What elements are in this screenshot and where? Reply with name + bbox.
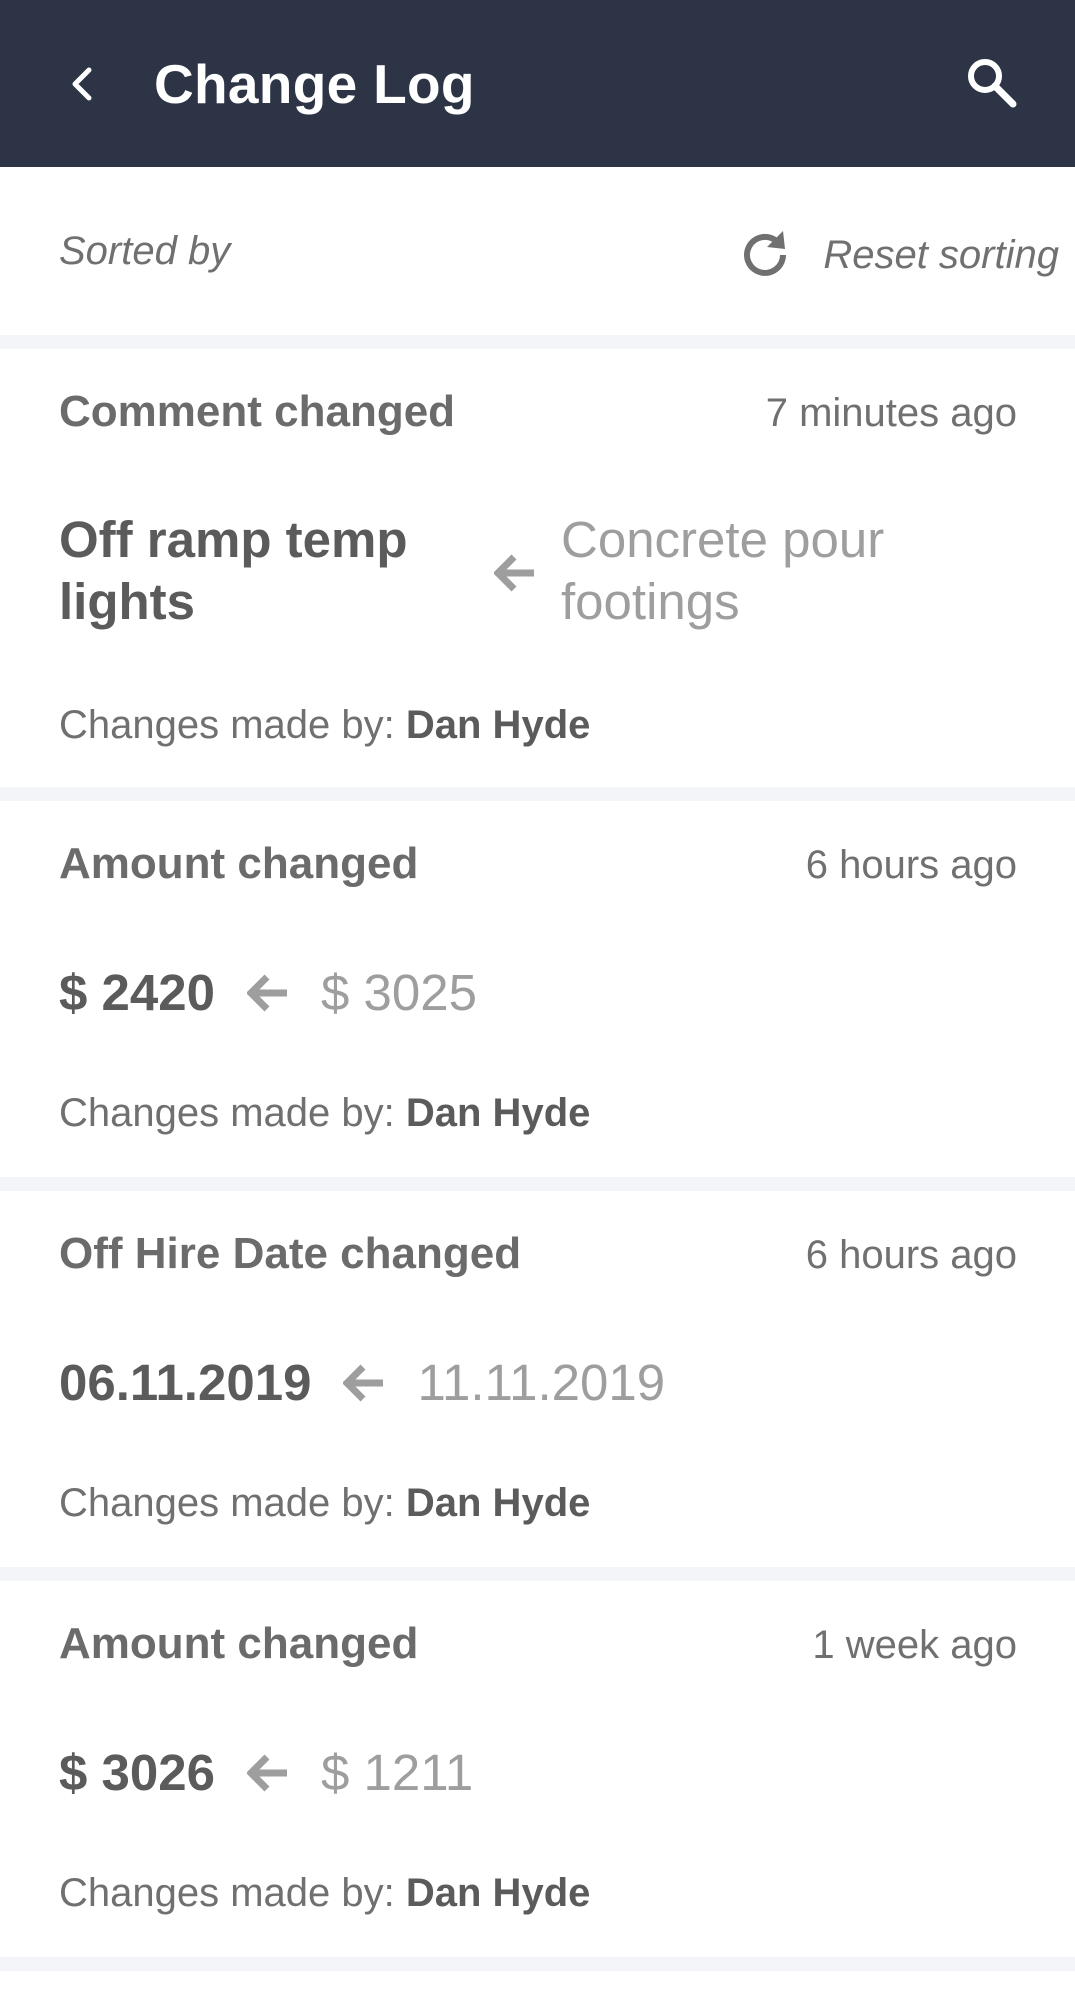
author-name: Dan Hyde [405,1481,591,1525]
arrow-left-icon [247,1753,289,1793]
author-name: Dan Hyde [405,703,591,747]
change-entry: Off Hire Date changed 6 hours ago 06.11.… [0,1191,1075,1567]
reset-sorting-label: Reset sorting [823,232,1059,277]
change-title: Amount changed [59,1619,419,1668]
old-value: 11.11.2019 [417,1354,666,1411]
search-button[interactable] [961,52,1021,112]
change-entry: Amount changed 6 hours ago $ 2420 $ 3025… [0,801,1075,1177]
change-time: 1 week ago [812,1623,1017,1667]
change-entry: Comment changed 7 minutes ago Off ramp t… [0,349,1075,787]
author-row: Changes made by: Dan Hyde [0,1091,590,1136]
arrow-left-icon [494,553,536,593]
author-name: Dan Hyde [405,1871,591,1915]
back-button[interactable] [58,56,106,112]
divider [0,787,1075,801]
author-prefix: Changes made by: [59,1091,406,1135]
author-name: Dan Hyde [405,1091,591,1135]
author-prefix: Changes made by: [59,1481,406,1525]
change-time: 6 hours ago [805,843,1017,887]
change-time: 7 minutes ago [765,391,1017,435]
sort-bar: Sorted by Reset sorting [0,167,1075,335]
author-prefix: Changes made by: [59,1871,406,1915]
app-bar: Change Log [0,0,1075,167]
page-title: Change Log [154,53,475,115]
search-icon [968,59,1017,108]
new-value: $ 2420 [59,964,215,1021]
new-value: $ 3026 [59,1744,215,1801]
back-chevron-icon [72,67,92,101]
author-row: Changes made by: Dan Hyde [0,1871,590,1916]
change-entry: Amount changed 1 week ago $ 3026 $ 1211 … [0,1581,1075,1957]
divider [0,1177,1075,1191]
divider [0,1567,1075,1581]
change-title: Off Hire Date changed [59,1229,522,1278]
divider [0,335,1075,349]
author-row: Changes made by: Dan Hyde [0,1481,590,1526]
divider [0,1957,1075,1971]
change-title: Comment changed [59,387,456,436]
arrow-left-icon [247,973,289,1013]
arrow-left-icon [343,1363,385,1403]
new-value: Off ramp temp lights [59,511,408,630]
change-time: 6 hours ago [805,1233,1017,1277]
author-prefix: Changes made by: [59,703,406,747]
author-row: Changes made by: Dan Hyde [0,703,590,748]
sorted-by-label: Sorted by [59,229,231,273]
change-title: Amount changed [59,839,419,888]
new-value: 06.11.2019 [59,1354,312,1411]
refresh-icon [737,227,793,283]
reset-sorting-button[interactable]: Reset sorting [737,227,1059,283]
old-value: $ 1211 [321,1744,474,1801]
old-value: Concrete pour footings [561,511,885,630]
old-value: $ 3025 [321,964,477,1021]
